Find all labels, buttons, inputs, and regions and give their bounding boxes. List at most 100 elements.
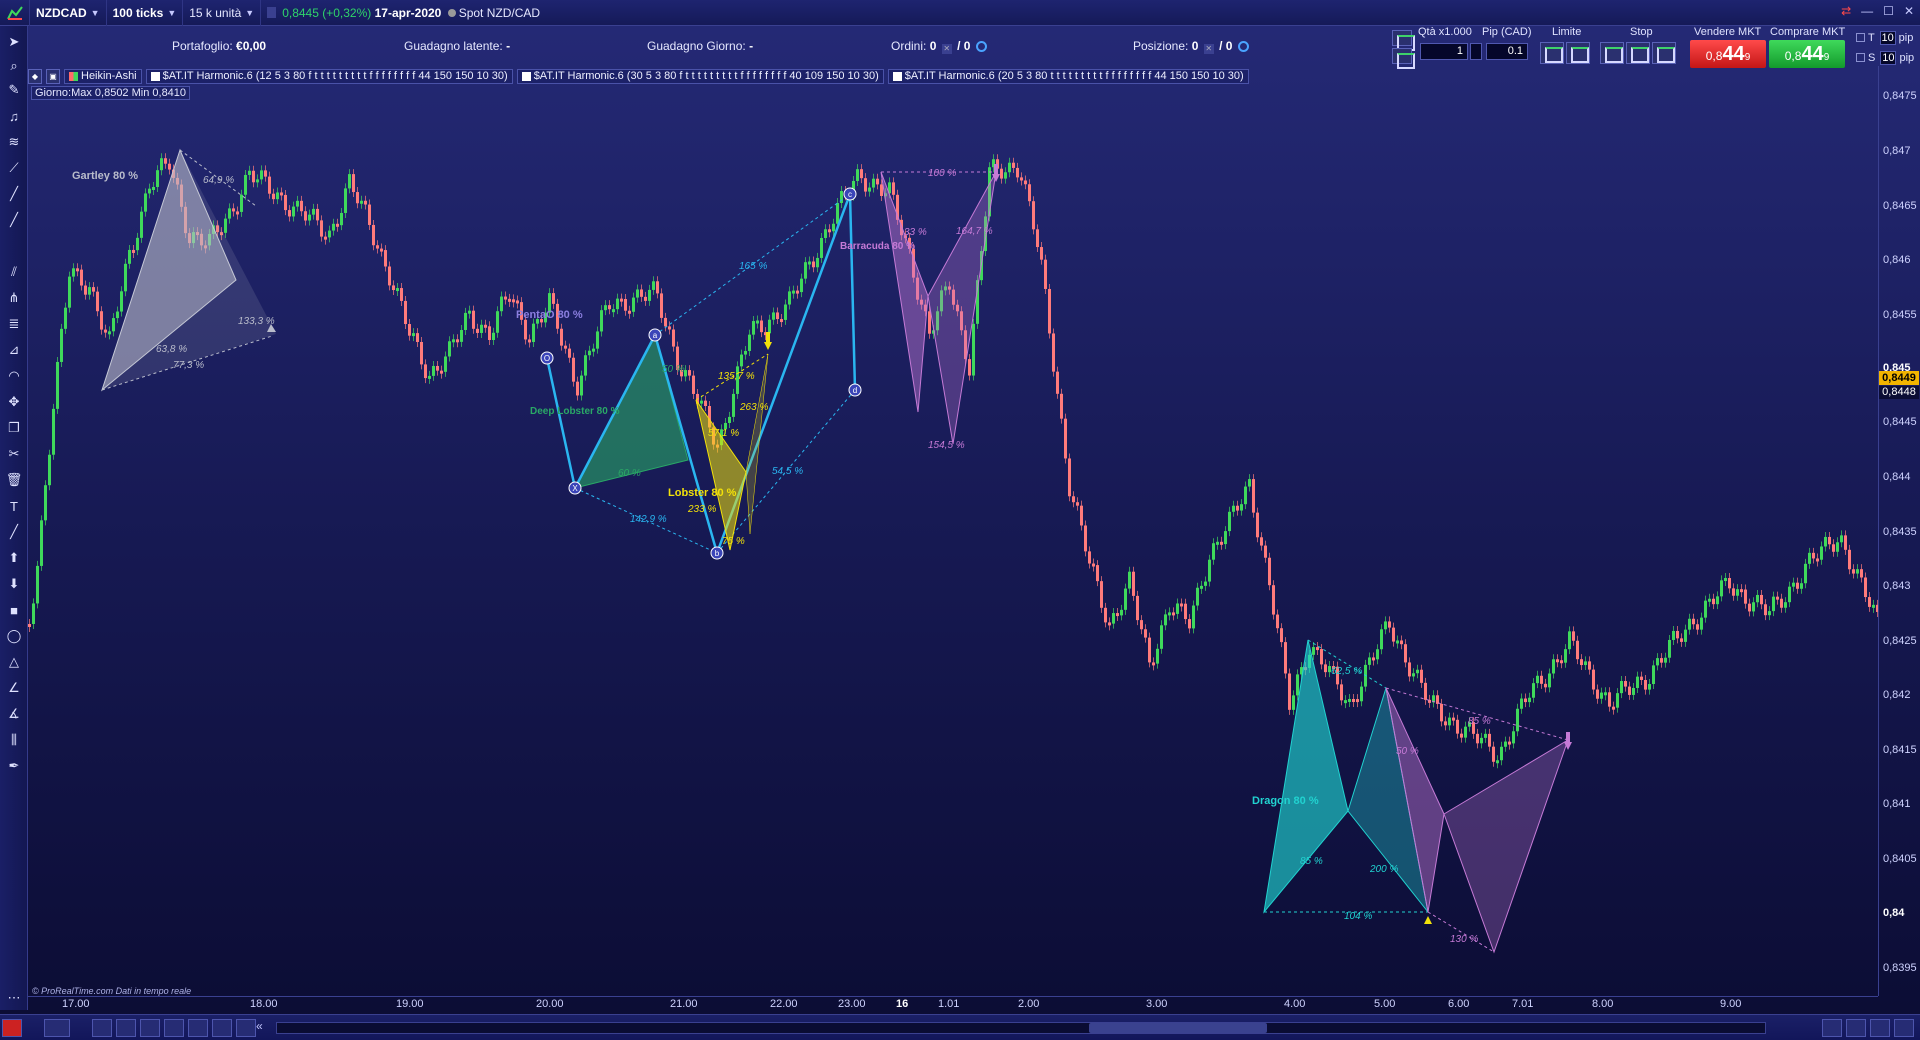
keyboard-icon[interactable] [1392,48,1415,69]
zigzag-icon[interactable]: ≋ [4,132,24,152]
more-icon[interactable]: ⋯ [4,988,24,1008]
candle [1400,640,1403,645]
zoom-out-icon[interactable] [1846,1019,1866,1037]
fib-fan-icon[interactable]: ⊿ [4,340,24,360]
export-icon[interactable] [236,1019,256,1037]
ellipse-icon[interactable]: ◯ [4,626,24,646]
close-icon[interactable]: ✕ [1904,4,1914,18]
s-checkbox[interactable] [1856,53,1865,62]
pitchfork-icon[interactable]: ⋔ [4,288,24,308]
pen-icon[interactable]: ✒ [4,756,24,776]
symbol-selector[interactable]: NZDCAD ▼ [30,0,107,26]
bell-icon[interactable]: ♫ [4,106,24,126]
ruler-icon[interactable]: ✎ [4,80,24,100]
chart-type-icon[interactable] [44,1019,70,1037]
horizontal-scrollbar[interactable] [276,1022,1766,1034]
line3-icon[interactable]: ╱ [4,522,24,542]
trendline-red-icon[interactable]: ⟋ [4,158,24,178]
t-option[interactable]: T 10 pip [1856,31,1913,45]
sell-market-button[interactable]: 0,8 44 9 [1690,40,1766,68]
purple-pattern: 85 % 130 % 50 % [1385,687,1572,954]
alert-icon[interactable]: ⇄ [1841,4,1851,18]
limit-buy-icon[interactable] [1540,42,1564,64]
zoom-in-icon[interactable] [1870,1019,1890,1037]
ticks-selector[interactable]: 100 ticks ▼ [107,0,184,26]
candle [432,365,435,376]
wrench-icon[interactable] [1392,30,1415,51]
copy-icon[interactable]: ❐ [4,418,24,438]
legend-harmonic-3[interactable]: $AT.IT Harmonic.6 (20 5 3 80 t t t t t t… [887,69,1249,84]
move-icon[interactable]: ✥ [4,392,24,412]
t-checkbox[interactable] [1856,33,1865,42]
angle-icon[interactable]: ∠ [4,678,24,698]
legend-settings-icon[interactable]: ▣ [46,69,60,84]
t-pip-input[interactable]: 10 [1879,31,1896,45]
position-info[interactable]: Posizione: 0 ✕ / 0 [1133,39,1249,54]
position-gear-icon[interactable] [1237,41,1249,52]
line-icon[interactable]: ╱ [4,184,24,204]
stop-buy-icon[interactable] [1600,42,1624,64]
arc-icon[interactable]: ◠ [4,366,24,386]
qty-input[interactable]: 1 [1420,43,1468,60]
redo-icon[interactable] [1796,1019,1816,1037]
buy-market-button[interactable]: 0,8 44 9 [1769,40,1845,68]
candle [800,278,803,293]
regression-icon[interactable]: ⫼ [4,730,24,750]
qty-stepper[interactable] [1470,43,1482,60]
maximize-icon[interactable]: ☐ [1883,4,1894,18]
pointer-icon[interactable]: ➤ [4,32,24,52]
zoom-icon[interactable]: ⌕ [4,56,24,76]
scroll-start-icon[interactable]: « [256,1019,272,1037]
price-chart[interactable]: Gartley 80 % 64,9 % 133,3 % 63,8 % 77,3 … [28,104,1878,992]
stop-sell-icon[interactable] [1626,42,1650,64]
tools-icon[interactable]: ✂ [4,444,24,464]
legend-harmonic-2[interactable]: $AT.IT Harmonic.6 (30 5 3 80 f t t t t t… [516,69,884,84]
rectangle-icon[interactable]: ■ [4,600,24,620]
candle [1376,649,1379,660]
layout-icon[interactable] [116,1019,136,1037]
legend-toggle-icon[interactable]: ◆ [28,69,42,84]
candle [1680,638,1683,642]
angle2-icon[interactable]: ∡ [4,704,24,724]
orders-info[interactable]: Ordini: 0 ✕ / 0 [891,39,987,54]
indicator-icon[interactable] [92,1019,112,1037]
channel-icon[interactable]: ⫽ [4,262,24,282]
orders-gear-icon[interactable] [975,41,987,52]
s-pip-input[interactable]: 10 [1880,51,1897,65]
split-icon[interactable] [188,1019,208,1037]
day-gain-value: - [749,39,754,53]
candle [76,268,79,272]
text-icon[interactable]: T [4,496,24,516]
candle [1164,614,1167,626]
zoom-fit-icon[interactable] [1822,1019,1842,1037]
legend-harmonic-1[interactable]: $AT.IT Harmonic.6 (12 5 3 80 f t t t t t… [145,69,513,84]
time-axis[interactable]: 17.00 18.00 19.00 20.00 21.00 22.00 23.0… [28,996,1878,1010]
legend-heikin-ashi[interactable]: Heikin-Ashi [64,69,142,84]
s-option[interactable]: S 10 pip [1856,51,1914,65]
close-position-icon[interactable]: ✕ [1203,44,1214,54]
down-arrow-icon[interactable]: ⬇ [4,574,24,594]
close-orders-icon[interactable]: ✕ [941,44,952,54]
grid-icon[interactable] [164,1019,184,1037]
price-axis[interactable]: 0,8475 0,847 0,8465 0,846 0,8455 0,845 0… [1878,66,1920,996]
compare-icon[interactable] [212,1019,232,1037]
fullscreen-icon[interactable] [1894,1019,1914,1037]
line2-icon[interactable]: ╱ [4,210,24,230]
scrollbar-thumb[interactable] [1089,1023,1267,1033]
stop-extra-icon[interactable] [1652,42,1676,64]
up-arrow-icon[interactable]: ⬆ [4,548,24,568]
trash-icon[interactable]: 🗑 [4,470,24,490]
candle [1024,180,1027,185]
units-selector[interactable]: 15 k unità ▼ [183,0,262,26]
minimize-icon[interactable]: — [1861,4,1873,18]
panel-icon[interactable] [140,1019,160,1037]
candle [836,202,839,224]
candle [88,287,91,295]
limit-sell-icon[interactable] [1566,42,1590,64]
units-label: 15 k unità [189,5,242,20]
triangle-icon[interactable]: △ [4,652,24,672]
alert-bell-icon[interactable] [2,1019,22,1037]
fibonacci-icon[interactable]: ≣ [4,314,24,334]
pip-input[interactable]: 0.1 [1486,43,1528,60]
undo-icon[interactable] [1772,1019,1792,1037]
